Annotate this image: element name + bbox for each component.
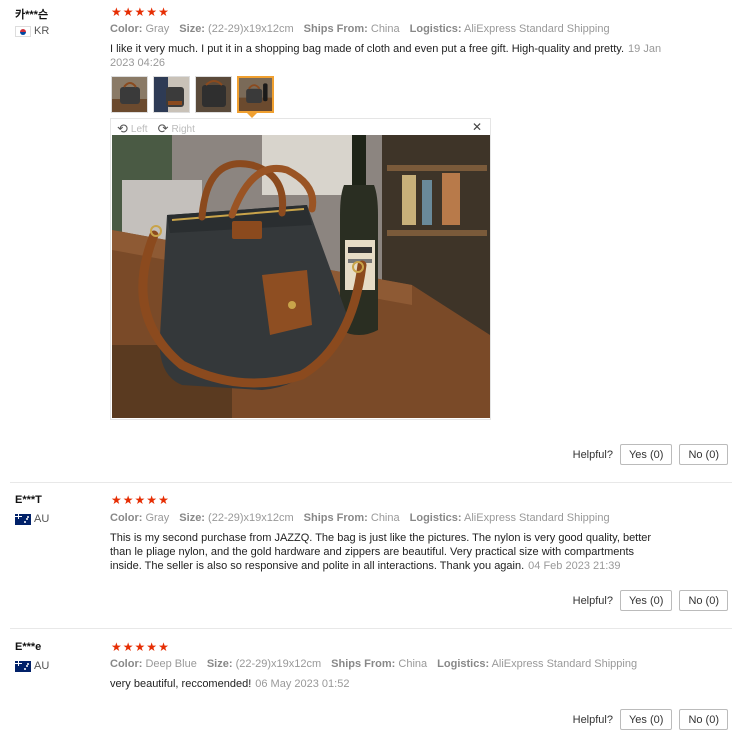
review-divider — [10, 628, 732, 629]
star-rating: ★ ★ ★ ★ ★ — [111, 641, 169, 653]
vote-yes-button[interactable]: Yes (0) — [619, 709, 673, 730]
review-date: 06 May 2023 01:52 — [255, 678, 350, 690]
color-label: Color: — [110, 658, 143, 670]
review-divider — [10, 482, 732, 483]
star-rating: ★ ★ ★ ★ ★ — [111, 494, 169, 506]
review-photo-large — [112, 135, 490, 418]
reviewer-country: KR — [15, 25, 49, 37]
star-icon: ★ — [146, 493, 158, 507]
review-photo-thumb[interactable] — [111, 76, 148, 113]
ships-from-value: China — [370, 512, 400, 524]
review-body: I like it very much. I put it in a shopp… — [110, 43, 625, 55]
vote-no-button[interactable]: No (0) — [679, 444, 728, 465]
size-label: Size: — [206, 658, 233, 670]
size-value: (22-29)x19x12cm — [235, 658, 322, 670]
helpful-label: Helpful? — [572, 713, 613, 726]
star-rating: ★ ★ ★ ★ ★ — [111, 6, 169, 18]
color-value: Deep Blue — [145, 658, 197, 670]
vote-no-button[interactable]: No (0) — [679, 709, 728, 730]
star-icon: ★ — [146, 5, 158, 19]
color-label: Color: — [110, 512, 143, 524]
star-icon: ★ — [158, 493, 169, 507]
reviewer-country: AU — [15, 513, 49, 525]
logistics-label: Logistics: — [409, 23, 462, 35]
flag-kr-icon — [15, 25, 31, 37]
ships-from-label: Ships From: — [331, 658, 396, 670]
review-meta: Color: Deep Blue Size: (22-29)x19x12cm S… — [110, 658, 637, 670]
color-label: Color: — [110, 23, 143, 35]
star-icon: ★ — [134, 640, 146, 654]
star-icon: ★ — [122, 5, 134, 19]
reviewer-name: E***T — [15, 494, 42, 506]
review-photo-thumb[interactable] — [195, 76, 232, 113]
size-value: (22-29)x19x12cm — [208, 23, 294, 35]
size-label: Size: — [179, 512, 205, 524]
logistics-value: AliExpress Standard Shipping — [464, 23, 610, 35]
star-icon: ★ — [111, 493, 122, 507]
color-value: Gray — [145, 23, 170, 35]
logistics-label: Logistics: — [409, 512, 462, 524]
vote-yes-button[interactable]: Yes (0) — [619, 590, 673, 611]
photo-viewer: ⟲ Left ⟳ Right ✕ — [110, 118, 491, 420]
reviewer-name: 카***슨 — [15, 9, 49, 21]
logistics-value: AliExpress Standard Shipping — [464, 512, 610, 524]
star-icon: ★ — [122, 493, 134, 507]
star-icon: ★ — [111, 5, 122, 19]
review-date: 04 Feb 2023 21:39 — [528, 560, 621, 572]
size-value: (22-29)x19x12cm — [208, 512, 294, 524]
helpful-row: Helpful? Yes (0) No (0) — [573, 590, 728, 611]
star-icon: ★ — [134, 5, 146, 19]
size-label: Size: — [179, 23, 205, 35]
review-text: This is my second purchase from JAZZQ. T… — [110, 531, 665, 573]
helpful-label: Helpful? — [572, 594, 613, 607]
country-code: KR — [34, 25, 50, 37]
review-thumbnails — [111, 76, 274, 113]
star-icon: ★ — [158, 5, 169, 19]
flag-au-icon — [15, 513, 31, 525]
star-icon: ★ — [146, 640, 158, 654]
reviewer-country: AU — [15, 660, 49, 672]
helpful-row: Helpful? Yes (0) No (0) — [573, 444, 728, 465]
star-icon: ★ — [111, 640, 122, 654]
star-icon: ★ — [134, 493, 146, 507]
review-meta: Color: Gray Size: (22-29)x19x12cm Ships … — [110, 23, 610, 35]
ships-from-label: Ships From: — [303, 512, 368, 524]
country-code: AU — [34, 513, 50, 525]
flag-au-icon — [15, 660, 31, 672]
helpful-label: Helpful? — [572, 448, 613, 461]
vote-yes-button[interactable]: Yes (0) — [619, 444, 673, 465]
rotate-left-label: Left — [130, 123, 148, 135]
review-meta: Color: Gray Size: (22-29)x19x12cm Ships … — [110, 512, 610, 524]
reviewer-name: E***e — [15, 641, 42, 653]
close-icon[interactable]: ✕ — [472, 120, 482, 134]
logistics-label: Logistics: — [437, 658, 490, 670]
review-text: very beautiful, reccomended! 06 May 2023 … — [110, 677, 665, 691]
review-text: I like it very much. I put it in a shopp… — [110, 42, 665, 70]
color-value: Gray — [145, 512, 170, 524]
vote-no-button[interactable]: No (0) — [679, 590, 728, 611]
ships-from-value: China — [370, 23, 400, 35]
review-photo-thumb-active[interactable] — [237, 76, 274, 113]
rotate-right-label: Right — [171, 123, 195, 135]
logistics-value: AliExpress Standard Shipping — [491, 658, 638, 670]
helpful-row: Helpful? Yes (0) No (0) — [573, 709, 728, 730]
star-icon: ★ — [158, 640, 169, 654]
ships-from-label: Ships From: — [303, 23, 368, 35]
review-body: very beautiful, reccomended! — [110, 678, 252, 690]
star-icon: ★ — [122, 640, 134, 654]
ships-from-value: China — [398, 658, 428, 670]
country-code: AU — [34, 660, 50, 672]
review-photo-thumb[interactable] — [153, 76, 190, 113]
